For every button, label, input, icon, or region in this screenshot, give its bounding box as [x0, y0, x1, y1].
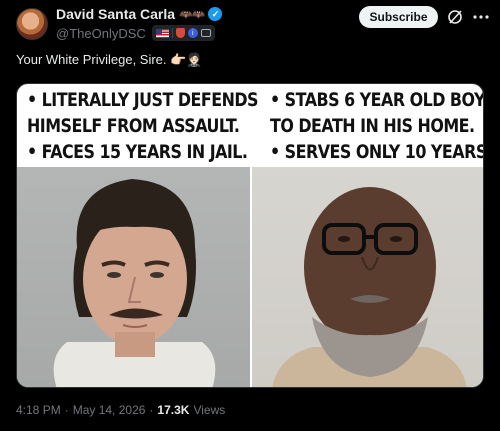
left-caption: • LITERALLY JUST DEFENDS HIMSELF FROM AS… — [27, 88, 259, 166]
right-caption: • STABS 6 YEAR OLD BOY TO DEATH IN HIS H… — [270, 88, 484, 166]
tweet-media-image[interactable]: • LITERALLY JUST DEFENDS HIMSELF FROM AS… — [16, 83, 484, 388]
shield-icon — [175, 28, 185, 38]
mugshot-right-image — [252, 167, 483, 387]
tweet-meta: 4:18 PM · May 14, 2026 · 17.3K Views — [16, 403, 225, 417]
mugshot-right-drawing — [272, 187, 467, 387]
right-caption-line: TO DEATH IN HIS HOME. — [270, 116, 475, 137]
left-caption-line: • FACES 15 YEARS IN JAIL. — [27, 142, 248, 163]
more-icon[interactable] — [472, 8, 490, 26]
avatar[interactable] — [16, 8, 48, 40]
views-count: 17.3K — [157, 403, 190, 417]
mugshot-left-drawing — [53, 179, 216, 387]
post-time[interactable]: 4:18 PM — [16, 403, 61, 417]
tweet-post: David Santa Carla 🦇🦇 ✓ @TheOnlyDSC i Sub… — [0, 0, 500, 431]
tweet-text: Your White Privilege, Sire. 👉🏻🤵🏻 — [16, 52, 203, 67]
info-circle-icon: i — [187, 28, 198, 38]
verified-badge-icon[interactable]: ✓ — [208, 7, 223, 21]
left-caption-line: • LITERALLY JUST DEFENDS — [27, 90, 259, 111]
right-caption-line: • STABS 6 YEAR OLD BOY — [270, 90, 484, 111]
right-caption-line: • SERVES ONLY 10 YEARS. — [270, 142, 484, 163]
author-handle-row: @TheOnlyDSC i — [56, 25, 215, 41]
grok-icon[interactable] — [446, 8, 464, 26]
mugshot-left-image — [17, 167, 250, 387]
subscribe-button[interactable]: Subscribe — [359, 6, 438, 28]
post-date[interactable]: May 14, 2026 — [73, 403, 146, 417]
author-display-name[interactable]: David Santa Carla — [56, 6, 175, 22]
left-caption-line: HIMSELF FROM ASSAULT. — [27, 116, 240, 137]
badge-divider — [171, 28, 173, 38]
author-handle[interactable]: @TheOnlyDSC — [56, 26, 146, 41]
us-flag-icon — [155, 28, 169, 38]
author-name-row: David Santa Carla 🦇🦇 ✓ — [56, 6, 223, 22]
bat-emoji: 🦇🦇 — [179, 8, 205, 21]
camera-icon — [200, 29, 211, 37]
meta-separator: · — [64, 403, 69, 417]
profile-badges: i — [151, 25, 215, 41]
views-label: Views — [193, 403, 226, 417]
meta-separator: · — [149, 403, 154, 417]
